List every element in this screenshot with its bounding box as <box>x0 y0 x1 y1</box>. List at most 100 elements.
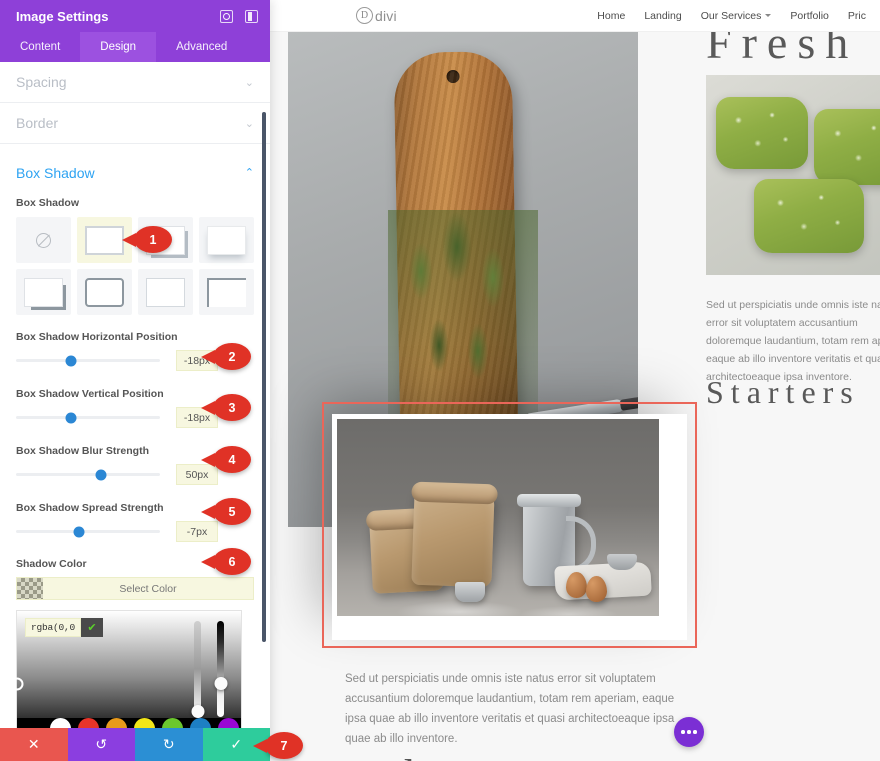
saturation-cursor[interactable] <box>10 677 24 691</box>
accordion-label: Border <box>16 115 59 131</box>
panel-title: Image Settings <box>16 8 109 24</box>
image-settings-panel: Image Settings Content Design Advanced S… <box>0 0 270 761</box>
swatch-blue[interactable] <box>190 718 211 728</box>
focus-icon[interactable] <box>220 9 233 23</box>
slider-handle[interactable] <box>65 355 77 366</box>
transparency-swatch-icon <box>17 578 43 599</box>
annotation-badge-4: 4 <box>201 446 251 473</box>
split-view-icon[interactable] <box>245 9 258 23</box>
tab-design[interactable]: Design <box>80 32 157 62</box>
toast-shape <box>716 97 808 169</box>
starters-heading: Starters <box>706 374 860 410</box>
preset-inset-light[interactable] <box>138 269 193 315</box>
site-nav: Home Landing Our Services Portfolio Pric <box>597 10 866 22</box>
slider-handle[interactable] <box>95 469 107 480</box>
color-picker[interactable]: rgba(0,0 ✔ <box>10 610 242 728</box>
site-header: D divi Home Landing Our Services Portfol… <box>270 0 880 32</box>
panel-scrollbar[interactable] <box>262 112 266 642</box>
color-value-input-group: rgba(0,0 ✔ <box>25 618 104 637</box>
spread-strength-value[interactable]: -7px <box>176 521 218 542</box>
bake-heading: Bake <box>345 750 455 761</box>
nav-item-portfolio[interactable]: Portfolio <box>790 10 829 22</box>
accordion-spacing[interactable]: Spacing ⌄ <box>0 62 270 103</box>
swatch-white[interactable] <box>50 718 71 728</box>
chevron-down-icon: ⌄ <box>244 117 254 130</box>
box-shadow-preset-grid <box>16 217 254 315</box>
select-color-button[interactable]: Select Color <box>16 577 254 600</box>
accordion-box-shadow[interactable]: Box Shadow ⌃ <box>0 152 270 193</box>
check-icon[interactable]: ✔ <box>81 618 104 637</box>
tab-advanced[interactable]: Advanced <box>156 32 247 62</box>
alpha-slider[interactable] <box>214 621 227 717</box>
tab-content[interactable]: Content <box>0 32 80 62</box>
main-paragraph: Sed ut perspiciatis unde omnis iste natu… <box>345 673 675 745</box>
horizontal-position-slider[interactable] <box>16 355 160 366</box>
hue-slider[interactable] <box>191 621 204 718</box>
swatch-purple[interactable] <box>218 718 239 728</box>
vertical-position-slider[interactable] <box>16 412 160 423</box>
panel-header: Image Settings <box>0 0 270 32</box>
cancel-button[interactable]: ✕ <box>0 728 68 761</box>
avocado-toast-image[interactable] <box>706 75 880 275</box>
slider-handle[interactable] <box>73 526 85 537</box>
nav-label: Landing <box>644 9 682 22</box>
select-color-label: Select Color <box>119 582 177 595</box>
flour-dust-shape <box>337 574 659 616</box>
color-value-input[interactable]: rgba(0,0 <box>25 618 82 637</box>
swatch-red[interactable] <box>78 718 99 728</box>
chevron-up-icon: ⌃ <box>244 167 254 179</box>
annotation-badge-6: 6 <box>201 548 251 575</box>
hue-slider-handle[interactable] <box>191 705 204 718</box>
swatch-orange[interactable] <box>106 718 127 728</box>
nav-item-our-services[interactable]: Our Services <box>701 10 772 22</box>
preset-corner-top-left[interactable] <box>199 269 254 315</box>
preset-swatch <box>85 277 124 307</box>
nav-item-home[interactable]: Home <box>597 10 625 22</box>
chevron-down-icon <box>765 14 772 17</box>
nav-label: Home <box>597 9 626 22</box>
undo-button[interactable]: ↺ <box>67 728 135 761</box>
flour-bag-shape <box>411 481 498 588</box>
blur-strength-value[interactable]: 50px <box>176 464 218 485</box>
more-options-icon[interactable] <box>674 717 704 747</box>
panel-tabs: Content Design Advanced <box>0 32 270 62</box>
right-paragraph: Sed ut perspiciatis unde omnis iste natu… <box>706 299 880 383</box>
swatch-green[interactable] <box>162 718 183 728</box>
annotation-badge-5: 5 <box>201 498 251 525</box>
spread-strength-slider[interactable] <box>16 526 160 537</box>
slider-label: Box Shadow Horizontal Position <box>16 331 178 343</box>
selected-image[interactable] <box>337 419 659 616</box>
preset-none[interactable] <box>16 217 71 263</box>
chevron-down-icon: ⌄ <box>244 76 254 89</box>
annotation-badge-7: 7 <box>253 732 303 759</box>
accordion-label: Box Shadow <box>16 164 95 181</box>
preset-outline-rounded[interactable] <box>77 269 132 315</box>
redo-button[interactable]: ↻ <box>135 728 203 761</box>
toast-shape <box>754 179 864 253</box>
divi-logo-text: divi <box>375 7 397 24</box>
divi-logo[interactable]: D divi <box>356 7 397 24</box>
annotation-badge-1: 1 <box>122 226 172 253</box>
nav-label: Portfolio <box>790 9 829 22</box>
swatch-black[interactable] <box>22 718 43 728</box>
color-swatches <box>17 718 241 728</box>
blur-strength-slider[interactable] <box>16 469 160 480</box>
annotation-badge-2: 2 <box>201 343 251 370</box>
nav-item-landing[interactable]: Landing <box>644 10 681 22</box>
preset-swatch <box>207 277 246 307</box>
panel-action-bar: ✕ ↺ ↻ ✓ <box>0 728 270 761</box>
preset-drop-bottom[interactable] <box>199 217 254 263</box>
panel-header-icons <box>220 9 258 23</box>
alpha-slider-handle[interactable] <box>214 677 227 690</box>
accordion-border[interactable]: Border ⌄ <box>0 103 270 144</box>
nav-item-pricing[interactable]: Pric <box>848 10 866 22</box>
toast-shape <box>814 109 880 185</box>
preset-swatch <box>207 225 246 255</box>
annotation-badge-3: 3 <box>201 394 251 421</box>
swatch-yellow[interactable] <box>134 718 155 728</box>
preset-hard-offset[interactable] <box>16 269 71 315</box>
nav-label: Our Services <box>700 9 762 22</box>
preset-swatch <box>146 277 185 307</box>
page-body: Sed ut perspiciatis unde omnis iste natu… <box>270 17 880 761</box>
slider-handle[interactable] <box>65 412 77 423</box>
